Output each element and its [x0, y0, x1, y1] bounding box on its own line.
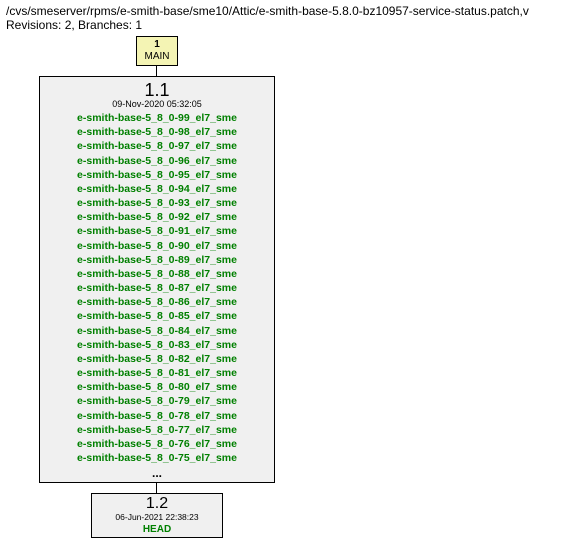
revision-version: 1.2 [96, 496, 218, 512]
branch-label: MAIN [143, 51, 171, 63]
head-label: HEAD [96, 524, 218, 535]
tag: e-smith-base-5_8_0-89_el7_sme [46, 253, 268, 267]
branch-head-node[interactable]: 1 MAIN [136, 36, 178, 66]
revision-summary: Revisions: 2, Branches: 1 [6, 18, 578, 32]
tag: e-smith-base-5_8_0-92_el7_sme [46, 210, 268, 224]
tag: e-smith-base-5_8_0-93_el7_sme [46, 196, 268, 210]
tag: e-smith-base-5_8_0-84_el7_sme [46, 324, 268, 338]
tag: e-smith-base-5_8_0-80_el7_sme [46, 380, 268, 394]
revision-graph: 1 MAIN 1.1 09-Nov-2020 05:32:05 e-smith-… [6, 36, 566, 538]
connector-line [156, 483, 157, 493]
tag: e-smith-base-5_8_0-79_el7_sme [46, 394, 268, 408]
tag: e-smith-base-5_8_0-76_el7_sme [46, 437, 268, 451]
tag: e-smith-base-5_8_0-86_el7_sme [46, 295, 268, 309]
revision-tags: e-smith-base-5_8_0-99_el7_smee-smith-bas… [46, 111, 268, 465]
revision-node-1.2[interactable]: 1.2 06-Jun-2021 22:38:23 HEAD [91, 493, 223, 538]
revision-date: 09-Nov-2020 05:32:05 [46, 99, 268, 109]
tag: e-smith-base-5_8_0-95_el7_sme [46, 168, 268, 182]
tag: e-smith-base-5_8_0-85_el7_sme [46, 309, 268, 323]
tag: e-smith-base-5_8_0-91_el7_sme [46, 224, 268, 238]
tag: e-smith-base-5_8_0-81_el7_sme [46, 366, 268, 380]
revision-node-1.1[interactable]: 1.1 09-Nov-2020 05:32:05 e-smith-base-5_… [39, 76, 275, 483]
tag: e-smith-base-5_8_0-82_el7_sme [46, 352, 268, 366]
tag: e-smith-base-5_8_0-77_el7_sme [46, 423, 268, 437]
tag: e-smith-base-5_8_0-97_el7_sme [46, 139, 268, 153]
tag: e-smith-base-5_8_0-96_el7_sme [46, 154, 268, 168]
tag: e-smith-base-5_8_0-78_el7_sme [46, 409, 268, 423]
tag: e-smith-base-5_8_0-90_el7_sme [46, 239, 268, 253]
tag: e-smith-base-5_8_0-87_el7_sme [46, 281, 268, 295]
tag: e-smith-base-5_8_0-88_el7_sme [46, 267, 268, 281]
file-path: /cvs/smeserver/rpms/e-smith-base/sme10/A… [6, 4, 578, 18]
tag: e-smith-base-5_8_0-99_el7_sme [46, 111, 268, 125]
tag: e-smith-base-5_8_0-75_el7_sme [46, 451, 268, 465]
revision-date: 06-Jun-2021 22:38:23 [96, 512, 218, 522]
connector-line [156, 66, 157, 76]
tag: e-smith-base-5_8_0-83_el7_sme [46, 338, 268, 352]
tag: e-smith-base-5_8_0-98_el7_sme [46, 125, 268, 139]
tag: e-smith-base-5_8_0-94_el7_sme [46, 182, 268, 196]
branch-number: 1 [143, 39, 171, 51]
tags-ellipsis: ... [46, 466, 268, 480]
revision-version: 1.1 [46, 81, 268, 99]
